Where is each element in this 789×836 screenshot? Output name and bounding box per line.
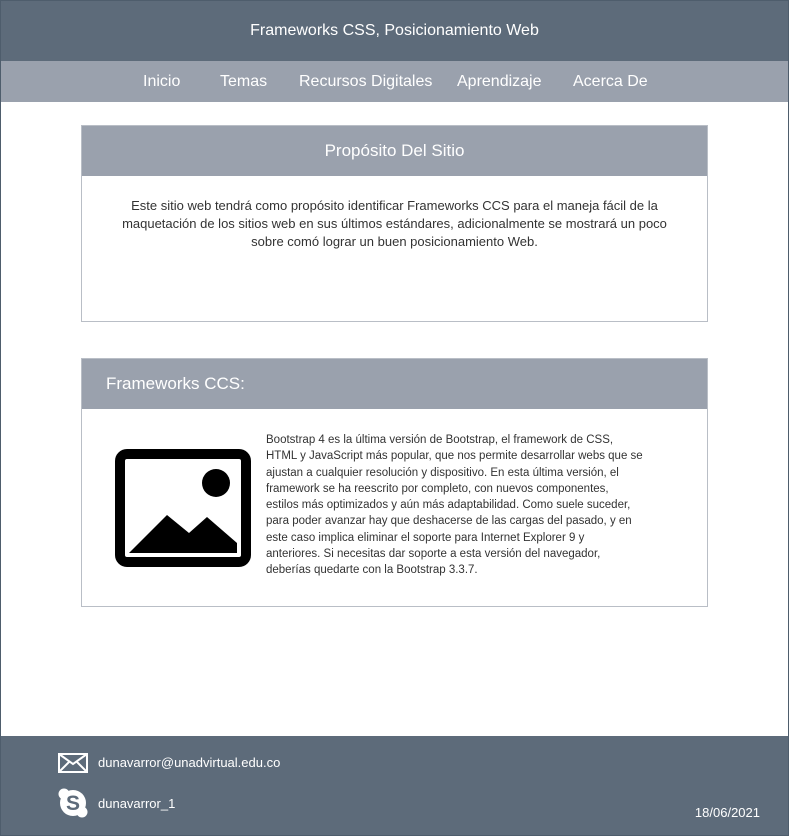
frameworks-card: Frameworks CCS: Bootstrap 4 es la última… (81, 358, 708, 607)
nav-item-acerca-de[interactable]: Acerca De (573, 61, 648, 102)
frameworks-line: deberías quedarte con la Bootstrap 3.3.7… (266, 564, 478, 577)
svg-text:S: S (66, 792, 80, 815)
frameworks-line: estilos más optimizados y aún más adapta… (266, 499, 631, 512)
main-nav: Inicio Temas Recursos Digitales Aprendiz… (1, 61, 788, 102)
frameworks-line: Bootstrap 4 es la última versión de Boot… (266, 434, 614, 446)
frameworks-line: este caso implica eliminar el soporte pa… (266, 531, 585, 544)
nav-item-recursos-digitales[interactable]: Recursos Digitales (299, 61, 432, 102)
frameworks-line: HTML y JavaScript más popular, que nos p… (266, 450, 643, 463)
footer-date: 18/06/2021 (694, 805, 760, 820)
frameworks-line: ajustan a cualquier resolución y disposi… (266, 466, 619, 479)
purpose-line: Este sitio web tendrá como propósito ide… (131, 198, 658, 213)
frameworks-line: para poder avanzar hay que deshacerse de… (266, 515, 632, 528)
purpose-card: Propósito Del Sitio Este sitio web tendr… (81, 125, 708, 322)
frameworks-line: framework se ha reescrito por completo, … (266, 482, 609, 495)
footer-skype-user[interactable]: dunavarror_1 (98, 795, 175, 813)
site-footer: dunavarror@unadvirtual.edu.co S dunavarr… (1, 736, 788, 835)
mail-icon (58, 753, 88, 773)
page-frame: Frameworks CSS, Posicionamiento Web Inic… (0, 0, 789, 836)
skype-icon: S (58, 788, 88, 818)
purpose-text: Este sitio web tendrá como propósito ide… (82, 176, 707, 251)
nav-item-inicio[interactable]: Inicio (143, 61, 180, 102)
nav-item-temas[interactable]: Temas (220, 61, 267, 102)
purpose-line: sobre comó lograr un buen posicionamient… (251, 234, 538, 249)
footer-email[interactable]: dunavarror@unadvirtual.edu.co (98, 753, 280, 773)
image-placeholder-icon (115, 449, 251, 567)
frameworks-heading: Frameworks CCS: (106, 374, 245, 393)
frameworks-line: anteriores. Si necesitas dar soporte a e… (266, 548, 601, 561)
site-header: Frameworks CSS, Posicionamiento Web (1, 1, 788, 61)
site-title: Frameworks CSS, Posicionamiento Web (250, 22, 539, 39)
purpose-heading: Propósito Del Sitio (324, 141, 465, 160)
frameworks-text: Bootstrap 4 es la última versión de Boot… (266, 432, 696, 579)
nav-item-aprendizaje[interactable]: Aprendizaje (457, 61, 542, 102)
frameworks-card-header: Frameworks CCS: (82, 359, 707, 409)
purpose-line: maquetación de los sitios web en sus últ… (122, 216, 667, 231)
purpose-card-header: Propósito Del Sitio (82, 126, 707, 176)
